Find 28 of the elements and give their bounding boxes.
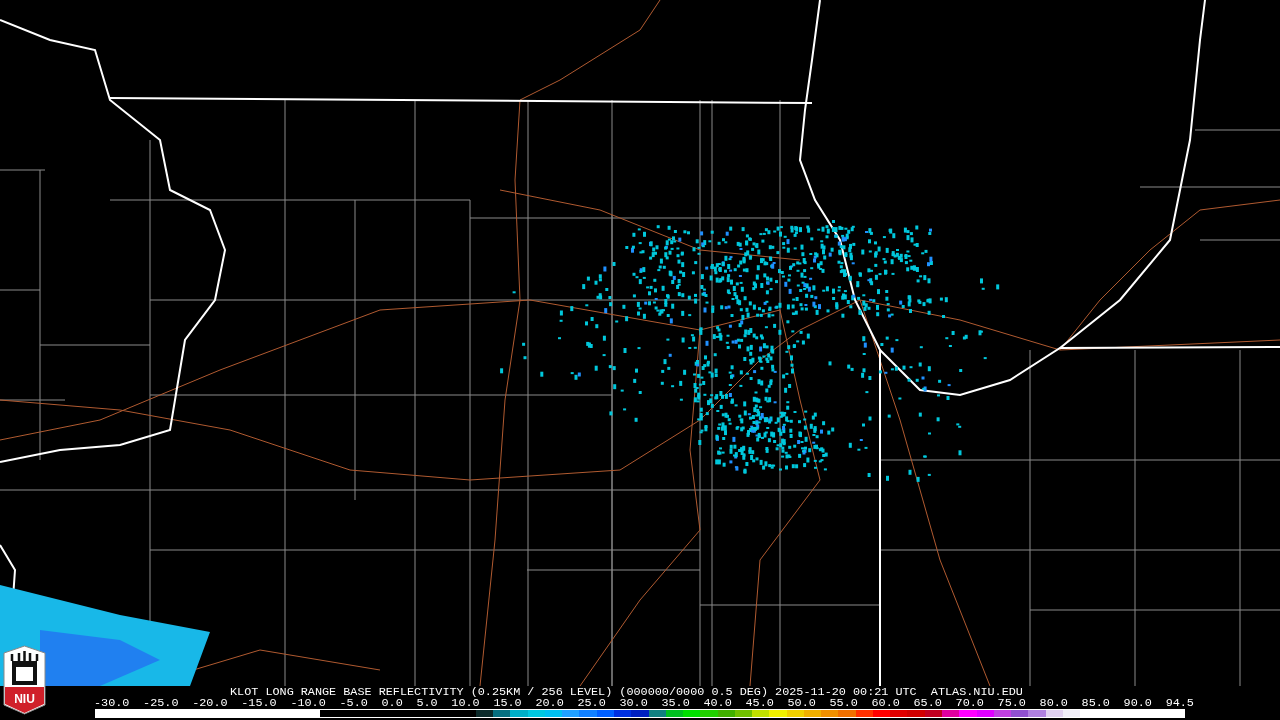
scale-label: 80.0 — [1039, 698, 1068, 709]
scale-label: -5.0 — [339, 698, 368, 709]
scale-label: 65.0 — [913, 698, 942, 709]
scale-label: 50.0 — [787, 698, 816, 709]
scale-label: 15.0 — [493, 698, 522, 709]
product-title: KLOT LONG RANGE BASE REFLECTIVITY (0.25KM / 256 LEVEL) (000000/0000 0.5 DEG) 2025-11-20 00:21 UTC ATLAS.NIU.EDU — [230, 686, 1024, 698]
university-logo: NIU — [3, 645, 46, 715]
scale-label: -10.0 — [290, 698, 326, 709]
scale-label: 75.0 — [997, 698, 1026, 709]
scale-label: 5.0 — [416, 698, 438, 709]
scale-label: -25.0 — [143, 698, 179, 709]
scale-label: -15.0 — [241, 698, 277, 709]
scale-label: 70.0 — [955, 698, 984, 709]
scale-label: -30.0 — [94, 698, 130, 709]
scale-label: 90.0 — [1123, 698, 1152, 709]
scale-label: 10.0 — [451, 698, 480, 709]
scale-label: 45.0 — [745, 698, 774, 709]
scale-label: 94.5 — [1165, 698, 1194, 709]
scale-label: 55.0 — [829, 698, 858, 709]
scale-label: 20.0 — [535, 698, 564, 709]
scale-label: 35.0 — [661, 698, 690, 709]
scale-label: 0.0 — [381, 698, 403, 709]
scale-label: -20.0 — [192, 698, 228, 709]
scale-label: 60.0 — [871, 698, 900, 709]
scale-label: 40.0 — [703, 698, 732, 709]
scale-label: 30.0 — [619, 698, 648, 709]
scale-label: 85.0 — [1081, 698, 1110, 709]
scale-label: 25.0 — [577, 698, 606, 709]
